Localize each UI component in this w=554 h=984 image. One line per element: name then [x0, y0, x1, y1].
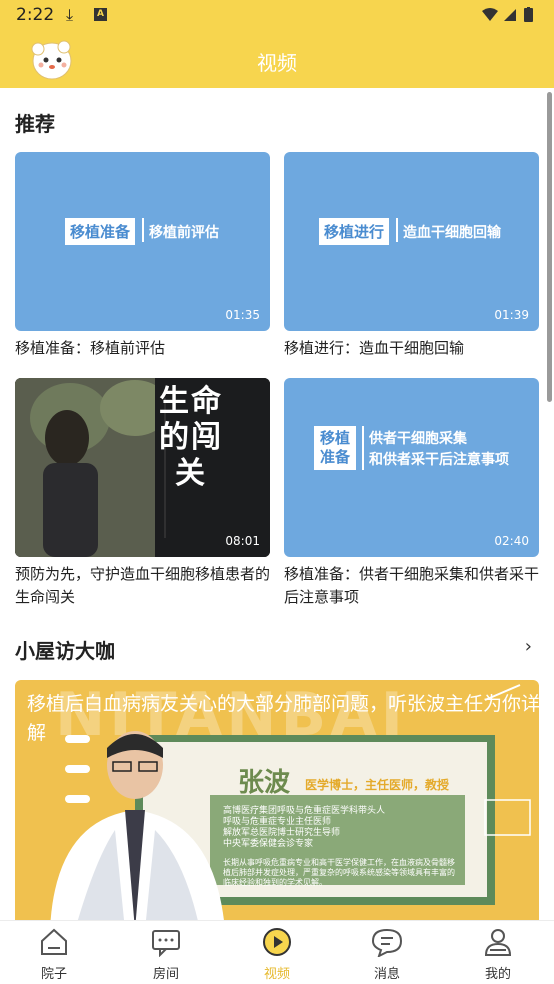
- banner-title: 移植后白血病病友关心的大部分肺部问题，听张波主任为你详解: [27, 693, 539, 744]
- video-caption: 预防为先，守护造血干细胞移植患者的生命闯关: [15, 565, 271, 606]
- thumb-text: 移植前评估: [149, 225, 219, 241]
- thumb-text-line1: 供者干细胞采集: [369, 431, 467, 447]
- chat-box-icon: [152, 930, 180, 958]
- nav-label: 视频: [263, 967, 290, 982]
- section-title-recommend: 推荐: [15, 112, 55, 136]
- video-caption: 移植进行：造血干细胞回输: [284, 339, 465, 357]
- nav-label: 我的: [484, 967, 511, 982]
- app-bar: 视频: [0, 30, 554, 88]
- thumb-divider: [142, 218, 144, 242]
- video-thumbnail[interactable]: 移植 准备 供者干细胞采集 和供者采干后注意事项 02:40: [284, 378, 539, 557]
- video-thumbnail[interactable]: 移植进行 造血干细胞回输 01:39: [284, 152, 539, 331]
- message-icon: [371, 928, 403, 958]
- thumb-divider: [362, 426, 364, 470]
- main-content[interactable]: 推荐 移植准备 移植前评估 01:35 移植准备：移植前评估 移植进行 造血干细…: [0, 88, 554, 920]
- video-card[interactable]: 移植准备 移植前评估 01:35 移植准备：移植前评估: [15, 152, 270, 360]
- video-card[interactable]: 生命的闯关 08:01 预防为先，守护造血干细胞移植患者的生命闯关: [15, 378, 270, 609]
- video-duration: 02:40: [494, 534, 529, 548]
- video-thumbnail[interactable]: 生命的闯关 08:01: [15, 378, 270, 557]
- nav-item-video[interactable]: 视频: [247, 927, 307, 982]
- download-icon: ⤓: [66, 5, 74, 24]
- status-time: 2:22: [16, 5, 55, 25]
- nav-item-messages[interactable]: 消息: [357, 927, 417, 982]
- thumb-divider: [396, 218, 398, 242]
- notification-a-icon: A: [94, 8, 107, 21]
- thumb-text: 造血干细胞回输: [403, 225, 501, 241]
- featured-banner[interactable]: NITANBAI 移植后白血病病友关心的大部分肺部问题，听张波主任为你详解 张波…: [15, 680, 539, 920]
- thumb-pill: 移植准备: [65, 218, 136, 245]
- house-icon: [41, 928, 67, 955]
- video-caption: 移植准备：供者干细胞采集和供者采干后注意事项: [284, 565, 540, 606]
- page-title: 视频: [257, 51, 297, 75]
- signal-icons: [482, 7, 533, 22]
- video-card[interactable]: 移植进行 造血干细胞回输 01:39 移植进行：造血干细胞回输: [284, 152, 539, 360]
- nav-label: 院子: [40, 967, 67, 982]
- video-thumbnail[interactable]: 移植准备 移植前评估 01:35: [15, 152, 270, 331]
- chevron-right-icon[interactable]: ›: [525, 636, 532, 657]
- thumb-calligraphy: 生命的闯关: [159, 384, 223, 491]
- nav-item-me[interactable]: 我的: [468, 927, 528, 982]
- section-title-visit: 小屋访大咖: [15, 639, 115, 663]
- doctor-name: 张波: [238, 768, 291, 798]
- thumb-pill: 移植 准备: [314, 426, 356, 470]
- video-duration: 01:39: [494, 308, 529, 322]
- thumb-pill: 移植进行: [319, 218, 390, 245]
- doctor-credentials: 高博医疗集团呼吸与危重症医学科带头人 呼吸与危重症专业主任医师 解放军总医院博士…: [223, 806, 386, 849]
- video-caption: 移植准备：移植前评估: [15, 339, 166, 357]
- person-icon: [484, 929, 512, 956]
- thumbnail-photo: [15, 378, 270, 557]
- doctor-title: 医学博士，主任医师，教授: [305, 778, 450, 792]
- nav-item-room[interactable]: 房间: [136, 927, 196, 982]
- status-bar: 2:22 ⤓ A: [0, 0, 554, 30]
- nav-item-yard[interactable]: 院子: [24, 927, 84, 982]
- thumb-text-line2: 和供者采干后注意事项: [369, 452, 509, 468]
- nav-label: 消息: [373, 967, 400, 982]
- doctor-bio: 长期从事呼吸危重病专业和高干医学保健工作，在血液病及骨髓移植后肺部并发症处理，严…: [223, 858, 455, 887]
- video-duration: 08:01: [225, 534, 260, 548]
- video-duration: 01:35: [225, 308, 260, 322]
- scrollbar[interactable]: [547, 92, 552, 402]
- bottom-nav: 院子 房间 视频 消息 我的: [0, 920, 554, 984]
- play-icon: [263, 928, 291, 956]
- nav-label: 房间: [152, 967, 179, 982]
- video-card[interactable]: 移植 准备 供者干细胞采集 和供者采干后注意事项 02:40 移植准备：供者干细…: [284, 378, 539, 609]
